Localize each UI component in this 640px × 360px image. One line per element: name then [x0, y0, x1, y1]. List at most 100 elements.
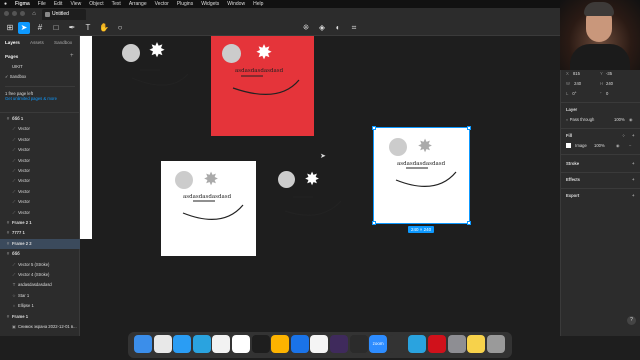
menu-item-edit[interactable]: Edit [54, 0, 63, 8]
layer-item[interactable]: #7777 1 [0, 228, 80, 238]
star-shape[interactable]: ✸ [146, 40, 168, 62]
add-fill-icon[interactable]: + [632, 132, 634, 140]
layer-item[interactable]: # ббб 1 [0, 114, 80, 124]
resize-handle-tl[interactable] [372, 126, 376, 130]
resize-handle-tr[interactable] [467, 126, 471, 130]
comment-icon[interactable]: ○ [114, 22, 126, 34]
telegram-icon[interactable] [192, 335, 211, 353]
layer-item[interactable]: ○ Ellipse 1 [0, 301, 80, 311]
layer-item[interactable]: ⟋ Vector [0, 197, 80, 207]
page-item-uikit[interactable]: UIKIT [0, 62, 80, 72]
layer-item[interactable]: ⟋ Vector 5 (Stroke) [0, 260, 80, 270]
vector-curve[interactable] [392, 166, 462, 196]
layer-item[interactable]: ▣ Снимок экрана 2022-12-01 в... [0, 322, 80, 332]
tab-sandbox[interactable]: Sandbox [54, 40, 72, 45]
menu-icon[interactable]: ⊞ [4, 22, 16, 34]
layer-item[interactable]: ⟋ Vector [0, 156, 80, 166]
notice-link[interactable]: Get unlimited pages & more [5, 96, 75, 101]
zoom-icon[interactable]: zoom [369, 335, 388, 353]
resize-handle-br[interactable] [467, 221, 471, 225]
visibility-icon[interactable]: ◉ [629, 116, 633, 124]
crop-icon[interactable]: ⌗ [348, 22, 360, 34]
layer-item[interactable]: # ббб [0, 249, 80, 259]
help-icon[interactable]: ? [627, 316, 636, 325]
move-icon[interactable]: ➤ [18, 22, 30, 34]
menu-item-widgets[interactable]: Widgets [201, 0, 219, 8]
layer-item[interactable]: ⟋ Vector 4 (Stroke) [0, 270, 80, 280]
tab-assets[interactable]: Assets [30, 40, 44, 45]
menu-item-vector[interactable]: Vector [155, 0, 169, 8]
mask-icon[interactable]: ◈ [316, 22, 328, 34]
minimize-window-icon[interactable] [12, 11, 17, 16]
ellipse-shape[interactable] [122, 44, 140, 62]
sketch2-icon[interactable] [271, 335, 290, 353]
page-item-sandbox[interactable]: ✓ Sandbox [0, 72, 80, 82]
layer-opacity-field[interactable]: 100% [614, 116, 625, 124]
star-shape[interactable]: ✸ [253, 42, 275, 64]
rotation-field[interactable]: 0° [572, 91, 576, 96]
tab-untitled[interactable]: Untitled [42, 9, 86, 20]
y-field[interactable]: -35 [606, 70, 612, 78]
star-shape[interactable]: ✸ [415, 136, 435, 156]
text-icon[interactable]: T [82, 22, 94, 34]
add-stroke-icon[interactable]: + [632, 160, 634, 168]
layer-item[interactable]: ⟋ Vector [0, 176, 80, 186]
frame-icon[interactable]: # [34, 22, 46, 34]
frame-bbb1[interactable]: ✸ [110, 36, 192, 106]
menu-item-figma[interactable]: Figma [15, 0, 30, 8]
vector-curve[interactable] [130, 66, 190, 96]
davinci-icon[interactable] [388, 335, 407, 353]
menu-item-object[interactable]: Object [89, 0, 103, 8]
menu-item-window[interactable]: Window [227, 0, 245, 8]
ellipse-shape[interactable] [389, 138, 407, 156]
vector-curve[interactable] [229, 74, 305, 104]
finder-icon[interactable] [134, 335, 152, 353]
radius-field[interactable]: 0 [606, 90, 608, 98]
home-icon[interactable]: ⌂ [28, 10, 40, 19]
menu-item-text[interactable]: Text [112, 0, 121, 8]
notes-icon[interactable] [467, 335, 486, 353]
add-page-icon[interactable]: + [70, 53, 74, 59]
canvas[interactable]: ✸ ✸ asdasdasdasdasd ✸ asdasdasdasdasd ✸ [80, 36, 560, 336]
telegram2-icon[interactable] [408, 335, 427, 353]
w-field[interactable]: 240 [574, 81, 581, 86]
frame-white-bottom[interactable]: ✸ asdasdasdasdasd [161, 161, 256, 256]
vector-curve[interactable] [179, 199, 249, 229]
component-icon[interactable]: ⁜ [300, 22, 312, 34]
ellipse-shape[interactable] [278, 171, 295, 188]
fill-swatch[interactable] [566, 143, 571, 149]
star-shape[interactable]: ✸ [302, 169, 322, 189]
menu-item-arrange[interactable]: Arrange [129, 0, 147, 8]
pen-icon[interactable]: ✒ [66, 22, 78, 34]
settings-icon[interactable] [447, 335, 466, 353]
remove-fill-icon[interactable]: − [629, 142, 631, 150]
fill-opacity-field[interactable]: 100% [594, 142, 605, 150]
hand-icon[interactable]: ✋ [98, 22, 110, 34]
add-export-icon[interactable]: + [632, 192, 634, 200]
zoom-window-icon[interactable] [20, 11, 25, 16]
opera-icon[interactable] [428, 335, 446, 353]
layer-item[interactable]: ☆ Star 1 [0, 291, 80, 301]
affinity-icon[interactable] [330, 335, 348, 353]
blend-mode-select[interactable]: Pass through [570, 117, 595, 122]
layer-item[interactable]: # Frame 1 [0, 312, 80, 322]
menu-item-help[interactable]: Help [253, 0, 263, 8]
layer-item[interactable]: ⟋ Vector [0, 124, 80, 134]
contrast-icon[interactable]: ◐ [332, 22, 344, 34]
layer-item[interactable]: # Frame 2 1 [0, 218, 80, 228]
apple-icon[interactable]: ● [4, 0, 7, 8]
vector-curve[interactable] [283, 195, 345, 225]
close-window-icon[interactable] [4, 11, 9, 16]
x-field[interactable]: 815 [573, 71, 580, 76]
shape-icon[interactable]: □ [50, 22, 62, 34]
figma-icon[interactable] [251, 335, 270, 353]
menu-item-view[interactable]: View [70, 0, 81, 8]
tab-layers[interactable]: Layers [5, 40, 20, 45]
frame-selected[interactable]: ✸ asdasdasdasdasd [372, 126, 471, 225]
notion-icon[interactable] [232, 335, 250, 353]
trash-icon[interactable] [486, 335, 505, 353]
layer-item[interactable]: ⟋ Vector [0, 187, 80, 197]
chrome-icon[interactable] [153, 335, 172, 353]
frame-partial-left[interactable] [80, 36, 92, 239]
frame-red[interactable]: ✸ asdasdasdasdasd [211, 36, 314, 136]
